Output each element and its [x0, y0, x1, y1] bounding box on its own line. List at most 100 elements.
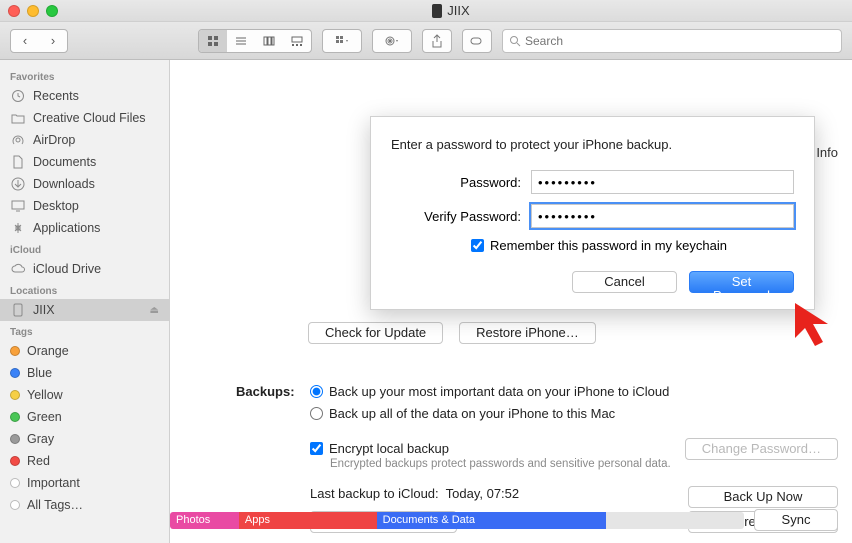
tag-button[interactable] [462, 29, 492, 53]
sidebar-item-label: Creative Cloud Files [33, 111, 146, 125]
titlebar: JIIX [0, 0, 852, 22]
clock-icon [10, 88, 26, 104]
zoom-window-icon[interactable] [46, 5, 58, 17]
sidebar: Favorites Recents Creative Cloud Files Air… [0, 60, 170, 543]
gallery-view-button[interactable] [283, 30, 311, 52]
verify-password-label: Verify Password: [391, 209, 521, 224]
sidebar-tag-red[interactable]: Red [0, 450, 169, 472]
tag-color-icon [10, 456, 20, 466]
tag-color-icon [10, 390, 20, 400]
tag-color-icon [10, 500, 20, 510]
icloud-header: iCloud [0, 239, 169, 258]
sidebar-tag-important[interactable]: Important [0, 472, 169, 494]
back-button[interactable]: ‹ [11, 30, 39, 52]
sidebar-item-icloud-drive[interactable]: iCloud Drive [0, 258, 169, 280]
password-input[interactable] [531, 170, 794, 194]
last-backup-value: Today, 07:52 [446, 486, 519, 501]
sidebar-tag-yellow[interactable]: Yellow [0, 384, 169, 406]
sidebar-tag-blue[interactable]: Blue [0, 362, 169, 384]
airdrop-icon [10, 132, 26, 148]
storage-segment: Photos [170, 512, 239, 529]
phone-icon [10, 302, 26, 318]
list-view-button[interactable] [227, 30, 255, 52]
cancel-button[interactable]: Cancel [572, 271, 677, 293]
backups-label: Backups: [236, 384, 295, 399]
storage-row: PhotosAppsDocuments & Data Sync [170, 509, 838, 531]
sidebar-item-applications[interactable]: Applications [0, 217, 169, 239]
sidebar-tag-orange[interactable]: Orange [0, 340, 169, 362]
group-dropdown[interactable] [322, 29, 362, 53]
action-dropdown[interactable] [372, 29, 412, 53]
check-for-update-button[interactable]: Check for Update [308, 322, 443, 344]
sidebar-item-label: Orange [27, 344, 69, 358]
encrypt-subtext: Encrypted backups protect passwords and … [330, 458, 838, 470]
remember-keychain-label: Remember this password in my keychain [490, 238, 727, 253]
window-title: JIIX [447, 3, 469, 18]
restore-iphone-button[interactable]: Restore iPhone… [459, 322, 596, 344]
column-view-button[interactable] [255, 30, 283, 52]
phone-icon [432, 4, 442, 18]
minimize-window-icon[interactable] [27, 5, 39, 17]
remember-keychain-checkbox[interactable] [471, 239, 484, 252]
sidebar-item-label: All Tags… [27, 498, 83, 512]
change-password-button[interactable]: Change Password… [685, 438, 838, 460]
main-panel: ts Photos Files Info matically check for… [170, 60, 852, 543]
sidebar-item-label: JIIX [33, 303, 55, 317]
password-label: Password: [391, 175, 521, 190]
share-button[interactable] [422, 29, 452, 53]
sidebar-item-recents[interactable]: Recents [0, 85, 169, 107]
sidebar-item-label: Recents [33, 89, 79, 103]
sidebar-item-airdrop[interactable]: AirDrop [0, 129, 169, 151]
sidebar-item-documents[interactable]: Documents [0, 151, 169, 173]
last-backup-label: Last backup to iCloud: [310, 486, 439, 501]
download-icon [10, 176, 26, 192]
doc-icon [10, 154, 26, 170]
storage-bar: PhotosAppsDocuments & Data [170, 512, 744, 529]
sidebar-item-desktop[interactable]: Desktop [0, 195, 169, 217]
sidebar-item-label: Downloads [33, 177, 95, 191]
sidebar-item-downloads[interactable]: Downloads [0, 173, 169, 195]
tag-color-icon [10, 478, 20, 488]
search-icon [509, 35, 521, 47]
sidebar-item-label: Documents [33, 155, 96, 169]
tags-header: Tags [0, 321, 169, 340]
sidebar-item-label: Blue [27, 366, 52, 380]
storage-segment [606, 512, 744, 529]
sidebar-item-creative-cloud-files[interactable]: Creative Cloud Files [0, 107, 169, 129]
backup-mac-radio[interactable] [310, 407, 323, 420]
icon-view-button[interactable] [199, 30, 227, 52]
eject-icon[interactable]: ⏏ [150, 305, 159, 316]
sidebar-item-label: Gray [27, 432, 54, 446]
verify-password-input[interactable] [531, 204, 794, 228]
tag-color-icon [10, 368, 20, 378]
tag-color-icon [10, 412, 20, 422]
close-window-icon[interactable] [8, 5, 20, 17]
encrypt-backup-label: Encrypt local backup [329, 441, 449, 456]
storage-segment: Documents & Data [377, 512, 607, 529]
favorites-header: Favorites [0, 66, 169, 85]
sync-button[interactable]: Sync [754, 509, 838, 531]
backup-icloud-radio[interactable] [310, 385, 323, 398]
search-input[interactable] [525, 34, 835, 48]
tag-color-icon [10, 434, 20, 444]
sidebar-item-label: Green [27, 410, 62, 424]
sidebar-item-label: Desktop [33, 199, 79, 213]
sidebar-item-device[interactable]: JIIX ⏏ [0, 299, 169, 321]
sidebar-tag-green[interactable]: Green [0, 406, 169, 428]
search-field[interactable] [502, 29, 842, 53]
window-controls [8, 5, 58, 17]
modal-prompt: Enter a password to protect your iPhone … [391, 137, 794, 152]
storage-segment: Apps [239, 512, 377, 529]
sidebar-tag-alltags[interactable]: All Tags… [0, 494, 169, 516]
set-password-button[interactable]: Set Password [689, 271, 794, 293]
encrypt-backup-checkbox[interactable] [310, 442, 323, 455]
backup-icloud-label: Back up your most important data on your… [329, 384, 669, 399]
sidebar-tag-gray[interactable]: Gray [0, 428, 169, 450]
sidebar-item-label: Applications [33, 221, 100, 235]
backup-now-button[interactable]: Back Up Now [688, 486, 838, 508]
tab-info[interactable]: Info [816, 145, 838, 160]
tag-color-icon [10, 346, 20, 356]
forward-button[interactable]: › [39, 30, 67, 52]
password-modal: Enter a password to protect your iPhone … [370, 116, 815, 310]
sidebar-item-label: iCloud Drive [33, 262, 101, 276]
